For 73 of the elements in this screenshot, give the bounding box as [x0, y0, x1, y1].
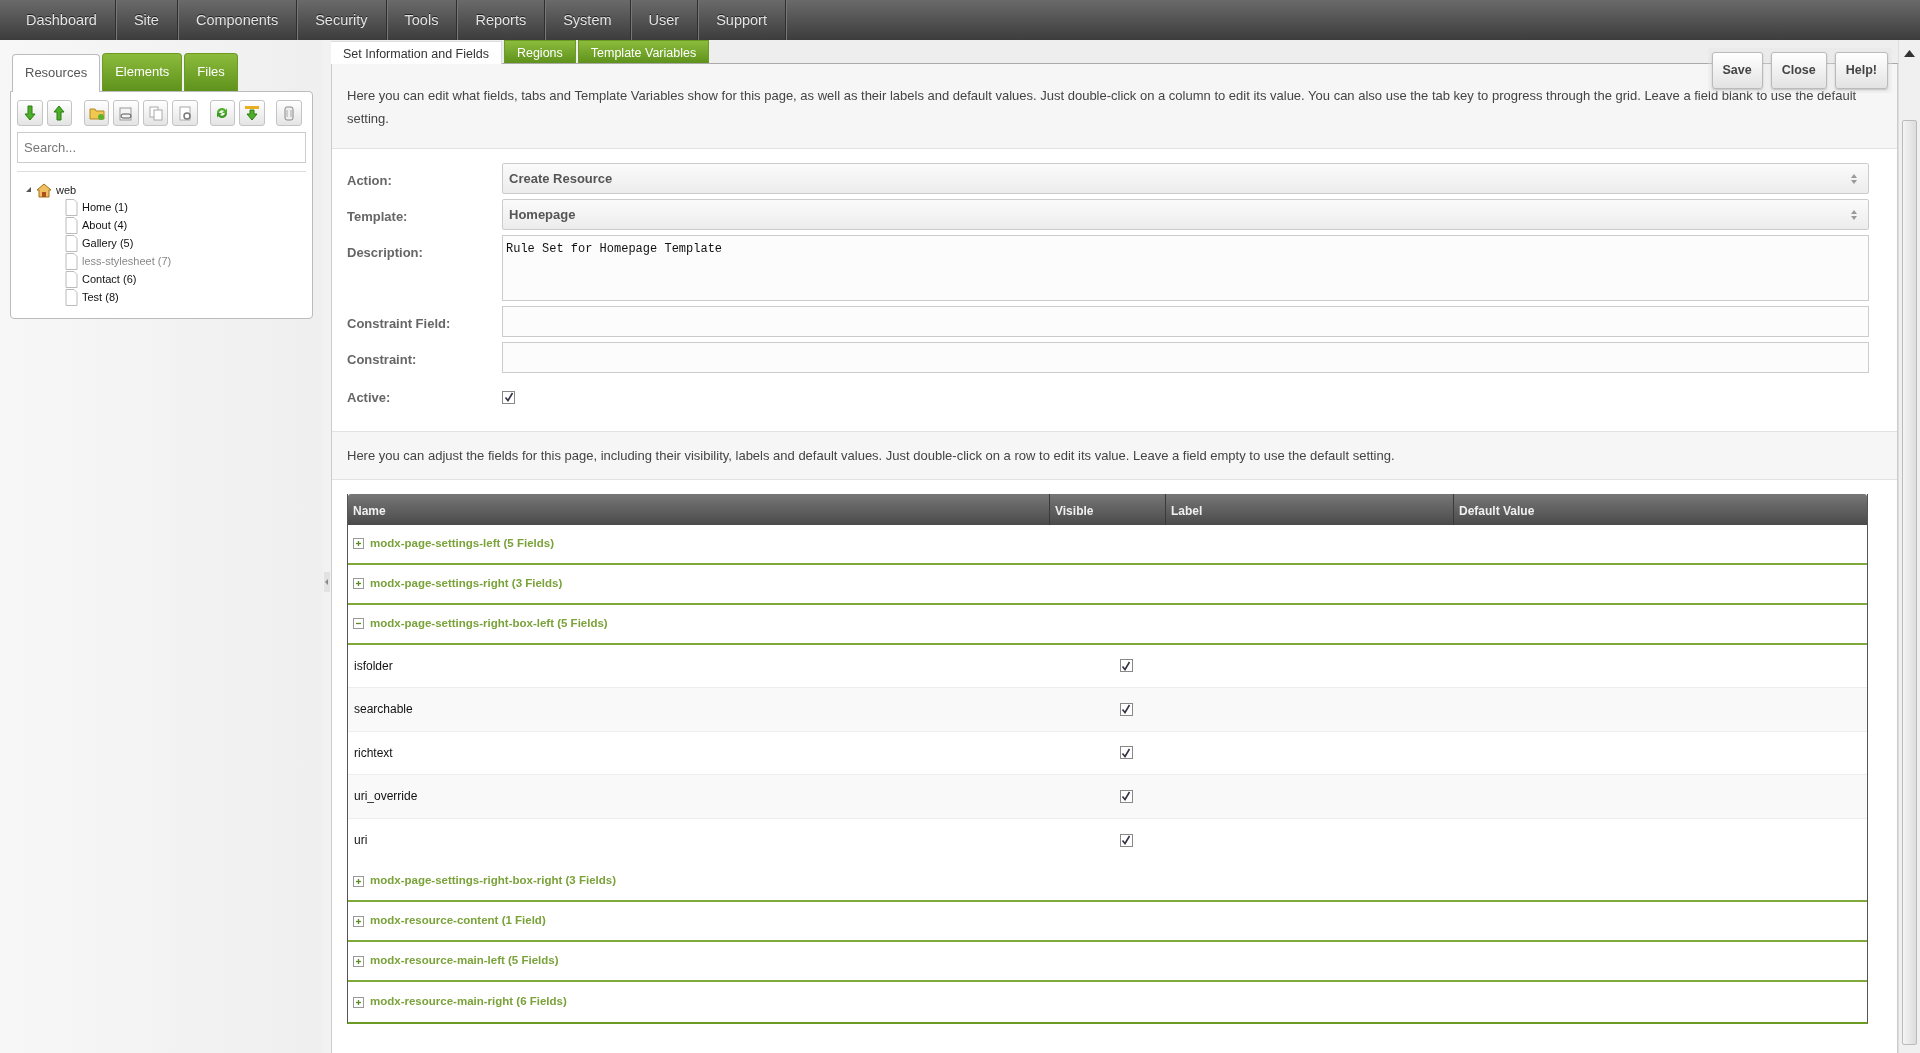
- search-field[interactable]: Search...: [17, 131, 306, 163]
- tree-node[interactable]: less-stylesheet (7): [82, 252, 172, 270]
- scrollbar-thumb[interactable]: [1902, 120, 1917, 1045]
- arrow-up-icon: [51, 104, 68, 121]
- field-label: Description:: [347, 244, 424, 262]
- column-header[interactable]: Visible: [1050, 493, 1166, 525]
- document-icon: [65, 252, 78, 270]
- toolbar-button[interactable]: [239, 99, 265, 126]
- document-icon: [65, 198, 78, 216]
- field-label: Constraint:: [347, 351, 418, 369]
- expand-icon[interactable]: [353, 875, 364, 887]
- toolbar-button[interactable]: [113, 99, 139, 126]
- constraint-input[interactable]: [502, 342, 1869, 373]
- action-select[interactable]: Create Resource: [502, 163, 1869, 194]
- panel-tab[interactable]: Resources: [12, 54, 101, 92]
- tree-node[interactable]: Contact (6): [82, 270, 137, 288]
- toolbar-button[interactable]: [209, 99, 236, 126]
- expand-icon[interactable]: [353, 578, 364, 589]
- tree-node[interactable]: Gallery (5): [82, 234, 134, 252]
- checkbox[interactable]: [1119, 833, 1133, 847]
- action-button[interactable]: Help!: [1834, 52, 1888, 89]
- copy-icon: [147, 104, 164, 121]
- expand-icon[interactable]: [353, 538, 364, 549]
- arrow-down-icon: [21, 104, 38, 121]
- constraint-field-input[interactable]: [502, 306, 1869, 337]
- document-icon: [65, 216, 78, 234]
- link-icon: [118, 104, 135, 121]
- tree-node[interactable]: Home (1): [82, 198, 128, 216]
- table-cell-text: uri: [353, 832, 369, 850]
- updown-icon: [1850, 209, 1858, 220]
- toolbar-button[interactable]: [46, 99, 72, 126]
- field-label: Template:: [347, 208, 409, 226]
- checkbox[interactable]: [1119, 789, 1133, 803]
- field-label: Constraint Field:: [347, 315, 452, 333]
- column-header[interactable]: Label: [1166, 493, 1454, 525]
- collapse-icon[interactable]: [353, 618, 364, 629]
- tree-node[interactable]: About (4): [82, 216, 128, 234]
- column-header[interactable]: Name: [348, 493, 1050, 525]
- table-cell-text: uri_override: [353, 788, 419, 806]
- table-cell-text: searchable: [353, 701, 414, 719]
- tree-node[interactable]: Test (8): [82, 288, 119, 306]
- document-icon: [65, 270, 78, 288]
- scrollbar[interactable]: [1898, 40, 1920, 1053]
- scroll-up-icon[interactable]: [1904, 50, 1915, 57]
- template-select[interactable]: Homepage: [502, 199, 1869, 230]
- expand-icon[interactable]: [353, 996, 364, 1008]
- field-label: Action:: [347, 172, 393, 190]
- tree-node[interactable]: web: [56, 181, 77, 198]
- checkbox[interactable]: [1119, 746, 1133, 760]
- toolbar-button[interactable]: [172, 99, 198, 126]
- download-icon: [243, 104, 260, 121]
- table-cell-text: isfolder: [353, 657, 394, 675]
- house-icon: [36, 181, 52, 198]
- toolbar-button[interactable]: [83, 99, 110, 126]
- field-label: Active:: [347, 389, 392, 407]
- table-cell-text: richtext: [353, 744, 394, 762]
- toolbar-button[interactable]: [17, 99, 43, 126]
- instructions-text: Here you can adjust the fields for this page, including their visibility, labels and default values. Just double-click on a row to edit its value. Leave a field empty to use the default setting.: [332, 430, 1897, 480]
- column-header[interactable]: Default Value: [1454, 493, 1867, 525]
- tree-toggle-icon[interactable]: [25, 186, 32, 194]
- document-icon: [65, 288, 78, 306]
- action-button[interactable]: Close: [1770, 52, 1827, 89]
- expand-icon[interactable]: [353, 915, 364, 927]
- checkbox[interactable]: [1119, 702, 1133, 716]
- checkbox[interactable]: [502, 390, 515, 404]
- expand-icon[interactable]: [353, 955, 364, 967]
- action-button[interactable]: Save: [1711, 52, 1763, 89]
- document-icon: [65, 234, 78, 252]
- form-tab[interactable]: Set Information and Fields: [331, 41, 502, 64]
- updown-icon: [1850, 173, 1858, 184]
- checkbox[interactable]: [1119, 659, 1133, 673]
- description-field[interactable]: Rule Set for Homepage Template: [502, 235, 1869, 301]
- collapse-handle[interactable]: [324, 572, 330, 592]
